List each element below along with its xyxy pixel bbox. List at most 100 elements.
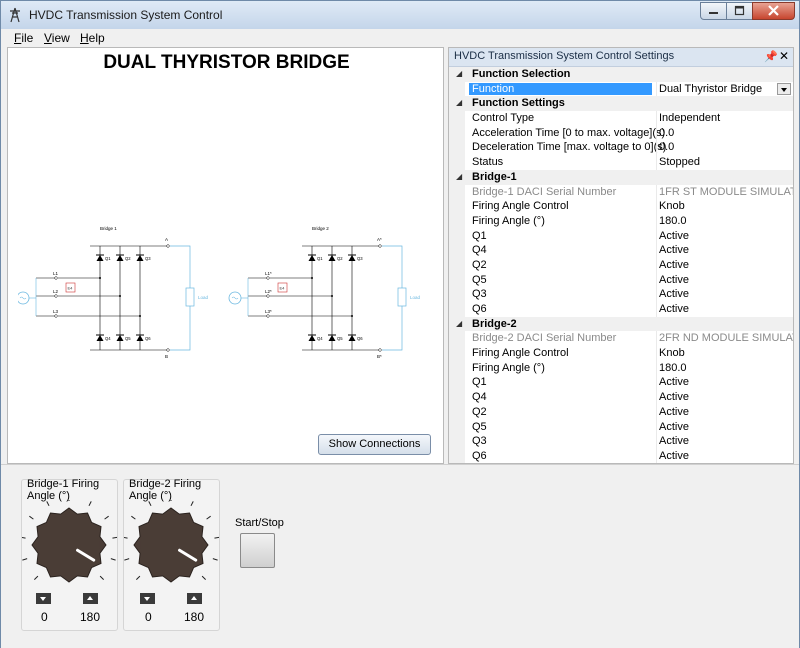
knob-tick xyxy=(99,575,105,581)
column-separator xyxy=(656,213,657,229)
property-row[interactable]: Acceleration Time [0 to max. voltage](s)… xyxy=(449,125,793,141)
circuit-line xyxy=(170,245,191,288)
property-row[interactable]: Q2 Active xyxy=(449,257,793,273)
property-value[interactable]: Active xyxy=(659,244,689,256)
thyristor-icon xyxy=(308,335,316,341)
property-value[interactable]: Independent xyxy=(659,112,720,124)
property-category[interactable]: ◢ Function Settings xyxy=(449,96,793,112)
property-row[interactable]: Q4 Active xyxy=(449,390,793,405)
thyristor-icon xyxy=(136,255,144,261)
property-value[interactable]: Active xyxy=(659,230,689,242)
property-row[interactable]: Q6 Active xyxy=(449,302,793,317)
bridge-label: Bridge 1 xyxy=(100,226,117,231)
bridge1-increase-button[interactable] xyxy=(83,593,98,604)
property-category[interactable]: ◢ Bridge-1 xyxy=(449,169,793,185)
menu-view[interactable]: View xyxy=(44,31,70,45)
bridge2-decrease-button[interactable] xyxy=(140,593,155,604)
property-row[interactable]: Q3 Active xyxy=(449,287,793,302)
terminal-label: B xyxy=(165,354,168,358)
column-separator xyxy=(656,375,657,391)
property-row[interactable]: Control Type Independent xyxy=(449,111,793,126)
bridge1-decrease-button[interactable] xyxy=(36,593,51,604)
column-separator xyxy=(656,419,657,435)
property-value[interactable]: 180.0 xyxy=(659,215,687,227)
property-value[interactable]: 180.0 xyxy=(659,362,687,374)
property-value[interactable]: Knob xyxy=(659,347,685,359)
property-category[interactable]: ◢ Function Selection xyxy=(449,67,793,82)
property-row[interactable]: Bridge-1 DACI Serial Number 1FR ST MODULE… xyxy=(449,184,793,200)
dropdown-arrow-icon[interactable] xyxy=(777,82,791,95)
column-separator xyxy=(656,272,657,288)
knob-tick xyxy=(22,537,26,539)
property-value[interactable]: Active xyxy=(659,406,689,418)
bridge2-increase-button[interactable] xyxy=(187,593,202,604)
property-value[interactable]: Active xyxy=(659,391,689,403)
column-separator xyxy=(656,243,657,258)
thyristor-icon xyxy=(116,335,124,341)
property-row[interactable]: Deceleration Time [max. voltage to 0](s)… xyxy=(449,140,793,156)
property-row[interactable]: Q1 Active xyxy=(449,228,793,244)
e4-label: E4 xyxy=(280,286,286,291)
bridge2-firing-knob[interactable] xyxy=(124,500,219,595)
property-value[interactable]: Active xyxy=(659,450,689,462)
property-row[interactable]: Function Dual Thyristor Bridge xyxy=(449,81,793,97)
property-value[interactable]: Knob xyxy=(659,200,685,212)
property-row[interactable]: Q1 Active xyxy=(449,375,793,391)
bridge2-min-label: 0 xyxy=(145,610,152,624)
maximize-button[interactable] xyxy=(726,2,753,20)
column-separator xyxy=(656,390,657,405)
property-value[interactable]: 2FR ND MODULE SIMULATE xyxy=(659,332,793,344)
show-connections-button[interactable]: Show Connections xyxy=(318,434,431,455)
property-name: Q2 xyxy=(472,258,487,271)
property-row[interactable]: Q2 Active xyxy=(449,404,793,420)
close-button[interactable] xyxy=(752,2,795,20)
property-value[interactable]: 1FR ST MODULE SIMULATE xyxy=(659,186,793,198)
property-row[interactable]: Status Stopped xyxy=(449,155,793,170)
property-value[interactable]: Stopped xyxy=(659,156,700,168)
property-value[interactable]: Active xyxy=(659,435,689,447)
property-value[interactable]: Active xyxy=(659,303,689,315)
property-value[interactable]: Active xyxy=(659,274,689,286)
property-row[interactable]: Bridge-2 DACI Serial Number 2FR ND MODULE… xyxy=(449,331,793,347)
property-name: Firing Angle Control xyxy=(472,200,569,213)
property-name: Q4 xyxy=(472,391,487,404)
bridge2-max-label: 180 xyxy=(184,610,205,624)
property-name: Q6 xyxy=(472,449,487,462)
property-value[interactable]: Active xyxy=(659,259,689,271)
property-row[interactable]: Q5 Active xyxy=(449,272,793,288)
terminal-icon xyxy=(266,276,270,280)
collapse-triangle-icon[interactable]: ◢ xyxy=(456,98,462,107)
property-value[interactable]: Active xyxy=(659,421,689,433)
menu-help[interactable]: Help xyxy=(80,31,105,45)
knob-tick xyxy=(124,558,130,561)
property-category[interactable]: ◢ Bridge-2 xyxy=(449,316,793,332)
property-row[interactable]: Q3 Active xyxy=(449,434,793,449)
minimize-button[interactable] xyxy=(700,2,727,20)
menu-file[interactable]: File xyxy=(14,31,33,45)
property-value[interactable]: 0.0 xyxy=(659,141,674,153)
start-stop-button[interactable] xyxy=(240,533,275,568)
window-title: HVDC Transmission System Control xyxy=(29,8,223,22)
property-value[interactable]: Active xyxy=(659,376,689,388)
property-value[interactable]: Active xyxy=(659,288,689,300)
property-value[interactable]: Dual Thyristor Bridge xyxy=(659,83,762,95)
property-row[interactable]: Q6 Active xyxy=(449,448,793,463)
property-row[interactable]: Firing Angle (°) 180.0 xyxy=(449,360,793,376)
collapse-triangle-icon[interactable]: ◢ xyxy=(456,319,462,328)
property-name: Q5 xyxy=(472,420,487,433)
property-row[interactable]: Firing Angle Control Knob xyxy=(449,346,793,361)
property-value[interactable]: 0.0 xyxy=(659,127,674,139)
bridge1-firing-knob[interactable] xyxy=(22,500,117,595)
property-row[interactable]: Firing Angle (°) 180.0 xyxy=(449,213,793,229)
pin-icon[interactable]: 📌 xyxy=(764,50,778,63)
column-separator xyxy=(656,287,657,302)
property-row[interactable]: Firing Angle Control Knob xyxy=(449,199,793,214)
property-row[interactable]: Q5 Active xyxy=(449,419,793,435)
knob-tick xyxy=(29,515,34,520)
phase-label: L1* xyxy=(265,271,272,276)
collapse-triangle-icon[interactable]: ◢ xyxy=(456,69,462,78)
collapse-triangle-icon[interactable]: ◢ xyxy=(456,172,462,181)
settings-close-icon[interactable]: ✕ xyxy=(779,49,789,63)
terminal-label: A xyxy=(165,237,168,242)
property-row[interactable]: Q4 Active xyxy=(449,243,793,258)
